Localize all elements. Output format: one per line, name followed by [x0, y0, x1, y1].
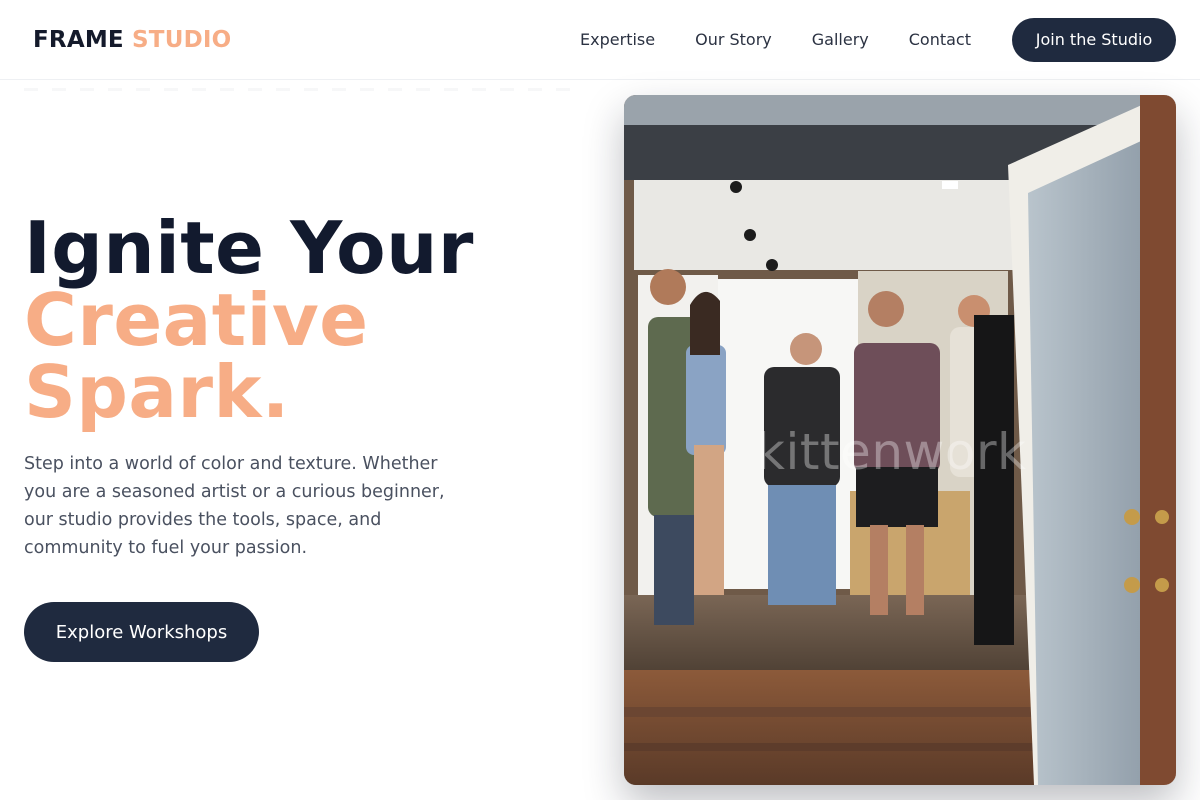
- explore-workshops-button[interactable]: Explore Workshops: [24, 602, 259, 662]
- hero-description: Step into a world of color and texture. …: [24, 454, 445, 558]
- nav-link-our-story[interactable]: Our Story: [695, 30, 772, 49]
- hero-heading: Ignite Your Creative Spark.: [24, 212, 584, 428]
- nav-link-expertise[interactable]: Expertise: [580, 30, 655, 49]
- hero-heading-line3: Spark.: [24, 350, 290, 434]
- hero-section: Ignite Your Creative Spark. Step into a …: [24, 212, 584, 562]
- main-nav: Expertise Our Story Gallery Contact Join…: [580, 17, 1176, 62]
- nav-link-gallery[interactable]: Gallery: [812, 30, 869, 49]
- brand-name-part1: FRAME: [33, 26, 124, 53]
- hero-heading-line2: Creative: [24, 278, 369, 362]
- hero-heading-line1: Ignite Your: [24, 206, 474, 290]
- decorative-divider: [24, 88, 584, 91]
- nav-link-contact[interactable]: Contact: [909, 30, 971, 49]
- join-studio-button[interactable]: Join the Studio: [1012, 17, 1176, 62]
- photo-watermark: kittenwork: [756, 423, 1027, 481]
- hero-photo: kittenwork: [624, 95, 1176, 785]
- top-navbar: FRAME STUDIO Expertise Our Story Gallery…: [0, 0, 1200, 80]
- brand-logo[interactable]: FRAME STUDIO: [33, 27, 231, 53]
- brand-name-part2: STUDIO: [132, 26, 232, 53]
